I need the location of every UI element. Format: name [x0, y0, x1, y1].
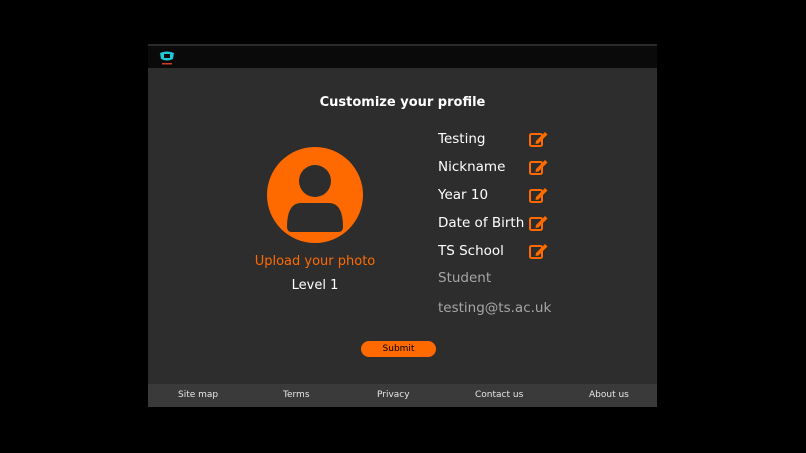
app-logo-icon[interactable] [158, 49, 176, 67]
field-year-label: Year 10 [438, 187, 489, 203]
edit-year-icon[interactable] [528, 185, 550, 205]
role-text: Student [438, 270, 492, 286]
footer: Site map Terms Privacy Contact us About … [148, 384, 657, 407]
field-dob-label: Date of Birth [438, 215, 525, 231]
level-text: Level 1 [291, 278, 339, 293]
field-nickname-label: Nickname [438, 159, 506, 175]
upload-photo-link[interactable]: Upload your photo [242, 254, 388, 269]
top-bar [148, 44, 657, 68]
profile-app-window: Customize your profile Upload your photo… [148, 44, 657, 407]
footer-link-contact[interactable]: Contact us [475, 390, 523, 400]
email-text: testing@ts.ac.uk [438, 300, 552, 316]
edit-dob-icon[interactable] [528, 213, 550, 233]
footer-link-about[interactable]: About us [589, 390, 629, 400]
submit-button[interactable]: Submit [361, 341, 436, 357]
edit-nickname-icon[interactable] [528, 157, 550, 177]
field-school-label: TS School [438, 243, 504, 259]
footer-link-terms[interactable]: Terms [283, 390, 310, 400]
field-name-label: Testing [438, 131, 486, 147]
user-silhouette-icon [287, 165, 343, 232]
footer-link-privacy[interactable]: Privacy [377, 390, 410, 400]
edit-name-icon[interactable] [528, 129, 550, 149]
page-title: Customize your profile [319, 95, 486, 110]
footer-link-site-map[interactable]: Site map [178, 390, 218, 400]
edit-school-icon[interactable] [528, 241, 550, 261]
avatar[interactable] [267, 147, 363, 243]
